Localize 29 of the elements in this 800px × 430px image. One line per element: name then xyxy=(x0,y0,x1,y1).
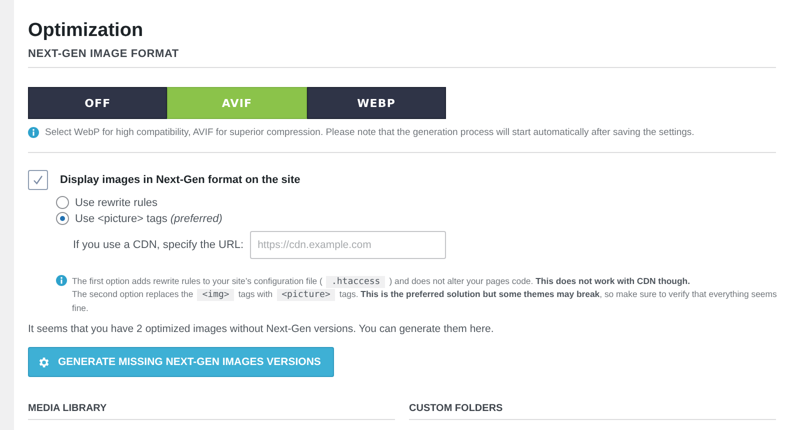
format-hint: Select WebP for high compatibility, AVIF for superior compression. Please note that the generation process will start automatically after saving the settings. xyxy=(45,127,694,138)
gear-icon xyxy=(37,356,50,369)
radio-label: Use <picture> tags (preferred) xyxy=(75,212,222,224)
code-snippet: <img> xyxy=(197,289,234,302)
radio-button[interactable] xyxy=(56,196,69,209)
check-icon xyxy=(32,174,44,186)
section-heading: MEDIA LIBRARY xyxy=(28,403,395,420)
radio-label: Use rewrite rules xyxy=(75,196,158,208)
note-text: The first option adds rewrite rules to your site’s configuration file ( xyxy=(72,276,322,286)
info-icon xyxy=(28,127,39,138)
code-snippet: <picture> xyxy=(276,289,336,302)
code-snippet: .htaccess xyxy=(326,276,386,288)
cdn-label: If you use a CDN, specify the URL: xyxy=(73,239,244,251)
checkbox[interactable] xyxy=(28,170,48,190)
format-option[interactable]: OFF xyxy=(28,87,168,119)
format-option[interactable]: WEBP xyxy=(306,87,446,119)
info-icon xyxy=(56,275,67,286)
checkbox-label: Display images in Next-Gen format on the site xyxy=(60,174,300,186)
note-text: tags. This is the preferred solution but some themes may break, so make sure to verify that everything seems xyxy=(339,289,777,300)
page-title: Optimization xyxy=(28,20,144,42)
note-text: ) and does not alter your pages code. This does not work with CDN though. xyxy=(389,276,690,286)
status-text: It seems that you have 2 optimized images without Next-Gen versions. You can generate them here. xyxy=(28,323,495,336)
cdn-url-field[interactable]: https://cdn.example.com xyxy=(250,231,446,259)
radio-button[interactable] xyxy=(56,212,69,225)
section-heading: NEXT-GEN IMAGE FORMAT xyxy=(28,48,776,68)
note-text: fine. xyxy=(72,302,88,313)
section-heading: CUSTOM FOLDERS xyxy=(409,403,776,420)
note-text: The second option replaces the xyxy=(72,289,194,300)
note-text: tags with xyxy=(238,289,273,300)
